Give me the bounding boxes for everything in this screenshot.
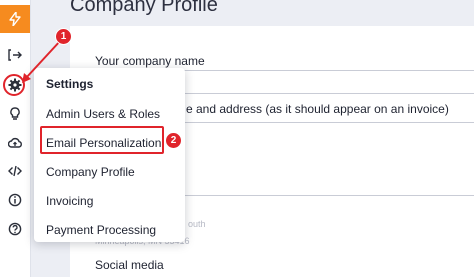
step-2-badge: 2: [165, 132, 182, 149]
email-personalization-highlight: [40, 126, 164, 154]
logout-icon[interactable]: [4, 44, 26, 66]
address-label: e and address (as it should appear on an…: [186, 102, 449, 116]
lightbulb-icon[interactable]: [4, 103, 26, 125]
settings-highlight-ring: [3, 74, 25, 96]
address-faded-line-1: outh: [188, 219, 206, 229]
menu-item-company-profile[interactable]: Company Profile: [46, 165, 135, 179]
cloud-upload-icon[interactable]: [4, 132, 26, 154]
settings-menu-header: Settings: [46, 77, 94, 91]
step-1-badge: 1: [55, 28, 72, 45]
page-title: Company Profile: [70, 0, 218, 16]
sidebar-rail: [0, 0, 31, 277]
help-icon[interactable]: [4, 218, 26, 240]
info-icon[interactable]: [4, 189, 26, 211]
company-name-label: Your company name: [95, 54, 205, 68]
social-media-label: Social media: [95, 258, 164, 272]
code-icon[interactable]: [4, 160, 26, 182]
menu-item-payment-processing[interactable]: Payment Processing: [46, 223, 156, 237]
logo-icon[interactable]: [0, 5, 30, 33]
menu-item-admin-users-roles[interactable]: Admin Users & Roles: [46, 107, 160, 121]
settings-dropdown-menu: Settings Admin Users & Roles Email Perso…: [34, 68, 185, 242]
menu-item-invoicing[interactable]: Invoicing: [46, 194, 93, 208]
